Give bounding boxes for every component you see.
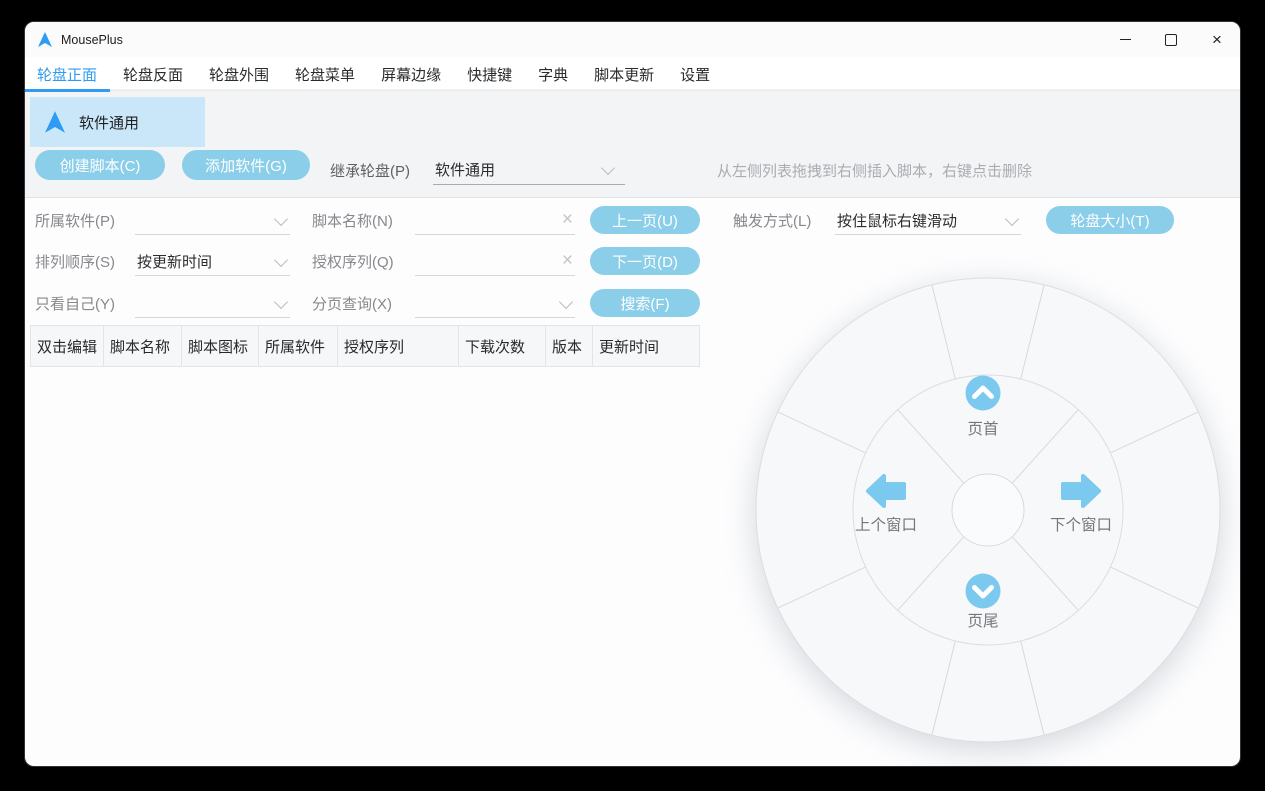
app-window: MousePlus × 轮盘正面 轮盘反面 轮盘外围 轮盘菜单 屏幕边缘 快捷键 字典 脚本更… bbox=[25, 22, 1240, 766]
title-bar[interactable]: MousePlus × bbox=[25, 22, 1240, 57]
inherit-wheel-select[interactable]: 软件通用 bbox=[433, 155, 625, 185]
add-software-button[interactable]: 添加软件(G) bbox=[182, 150, 310, 180]
inherit-wheel-label: 继承轮盘(P) bbox=[330, 162, 410, 180]
order-label: 排列顺序(S) bbox=[35, 253, 115, 271]
tab-item[interactable]: 轮盘外围 bbox=[196, 57, 282, 92]
wheel-left-label: 上个窗口 bbox=[855, 516, 917, 534]
screen: MousePlus × 轮盘正面 轮盘反面 轮盘外围 轮盘菜单 屏幕边缘 快捷键 字典 脚本更… bbox=[0, 0, 1265, 791]
clear-icon[interactable]: × bbox=[562, 251, 573, 270]
order-value: 按更新时间 bbox=[137, 254, 213, 271]
script-name-input[interactable]: × bbox=[415, 205, 575, 235]
table-header: 双击编辑 脚本名称 脚本图标 所属软件 授权序列 下载次数 版本 更新时间 bbox=[30, 325, 700, 367]
only-mine-label: 只看自己(Y) bbox=[35, 295, 115, 313]
tab-item[interactable]: 轮盘菜单 bbox=[282, 57, 368, 92]
chevron-down-icon bbox=[600, 160, 616, 176]
next-page-button[interactable]: 下一页(D) bbox=[590, 247, 700, 275]
chevron-down-icon bbox=[273, 252, 289, 268]
wheel-center-circle[interactable] bbox=[951, 473, 1025, 547]
chevron-down-icon bbox=[558, 294, 574, 310]
license-label: 授权序列(Q) bbox=[312, 253, 394, 271]
paging-label: 分页查询(X) bbox=[312, 295, 392, 313]
drag-hint-text: 从左侧列表拖拽到右侧插入脚本，右键点击删除 bbox=[717, 162, 1033, 180]
column-header[interactable]: 授权序列 bbox=[338, 326, 459, 366]
wheel-right-label: 下个窗口 bbox=[1050, 516, 1112, 534]
license-input[interactable]: × bbox=[415, 246, 575, 276]
tab-item[interactable]: 字典 bbox=[525, 57, 581, 92]
trigger-mode-select[interactable]: 按住鼠标右键滑动 bbox=[835, 205, 1021, 235]
order-select[interactable]: 按更新时间 bbox=[135, 246, 290, 276]
window-title: MousePlus bbox=[61, 32, 123, 47]
wheel-preview: 页首 页尾 上个窗口 下个窗口 bbox=[755, 277, 1221, 743]
header-section: 软件通用 创建脚本(C) 添加软件(G) 继承轮盘(P) 软件通用 从左侧列表拖… bbox=[25, 92, 1240, 198]
inherit-wheel-value: 软件通用 bbox=[435, 162, 496, 179]
column-header[interactable]: 下载次数 bbox=[459, 326, 546, 366]
close-button[interactable]: × bbox=[1194, 22, 1240, 57]
column-header[interactable]: 脚本图标 bbox=[182, 326, 259, 366]
tab-item[interactable]: 屏幕边缘 bbox=[368, 57, 454, 92]
maximize-button[interactable] bbox=[1148, 22, 1194, 57]
wheel-size-button[interactable]: 轮盘大小(T) bbox=[1046, 206, 1174, 234]
app-logo-icon bbox=[38, 32, 52, 47]
create-script-button[interactable]: 创建脚本(C) bbox=[35, 150, 165, 180]
wheel-group-tab[interactable]: 软件通用 bbox=[30, 97, 205, 147]
tab-bar: 轮盘正面 轮盘反面 轮盘外围 轮盘菜单 屏幕边缘 快捷键 字典 脚本更新 设置 bbox=[25, 57, 1240, 92]
search-button[interactable]: 搜索(F) bbox=[590, 289, 700, 317]
wheel-sector-down[interactable]: 页尾 bbox=[965, 573, 1001, 631]
wheel-group-label: 软件通用 bbox=[79, 114, 140, 132]
script-name-label: 脚本名称(N) bbox=[312, 212, 393, 230]
window-controls: × bbox=[1102, 22, 1240, 57]
column-header[interactable]: 双击编辑 bbox=[31, 326, 104, 366]
trigger-mode-value: 按住鼠标右键滑动 bbox=[837, 213, 958, 230]
only-mine-select[interactable] bbox=[135, 288, 290, 318]
chevron-down-icon bbox=[273, 211, 289, 227]
minimize-button[interactable] bbox=[1102, 22, 1148, 57]
chevron-down-icon bbox=[1004, 211, 1020, 227]
chevron-down-icon bbox=[273, 294, 289, 310]
software-label: 所属软件(P) bbox=[35, 212, 115, 230]
chevron-up-circle-icon bbox=[965, 375, 1001, 411]
maximize-icon bbox=[1165, 33, 1177, 46]
wheel-up-label: 页首 bbox=[967, 420, 998, 438]
column-header[interactable]: 脚本名称 bbox=[104, 326, 182, 366]
tab-item[interactable]: 设置 bbox=[667, 57, 723, 92]
tab-item[interactable]: 快捷键 bbox=[454, 57, 525, 92]
chevron-down-circle-icon bbox=[965, 573, 1001, 609]
tab-item[interactable]: 轮盘正面 bbox=[25, 57, 111, 92]
paging-select[interactable] bbox=[415, 288, 575, 318]
column-header[interactable]: 所属软件 bbox=[259, 326, 338, 366]
trigger-mode-label: 触发方式(L) bbox=[733, 212, 812, 230]
prev-page-button[interactable]: 上一页(U) bbox=[590, 206, 700, 234]
column-header[interactable]: 更新时间 bbox=[593, 326, 699, 366]
software-select[interactable] bbox=[135, 205, 290, 235]
close-icon: × bbox=[1212, 30, 1222, 49]
clear-icon[interactable]: × bbox=[562, 210, 573, 229]
wheel-down-label: 页尾 bbox=[967, 613, 998, 630]
tab-item[interactable]: 脚本更新 bbox=[581, 57, 667, 92]
column-header[interactable]: 版本 bbox=[546, 326, 593, 366]
cursor-arrow-icon bbox=[45, 111, 65, 133]
minimize-icon bbox=[1119, 39, 1131, 40]
tab-item[interactable]: 轮盘反面 bbox=[110, 57, 196, 92]
